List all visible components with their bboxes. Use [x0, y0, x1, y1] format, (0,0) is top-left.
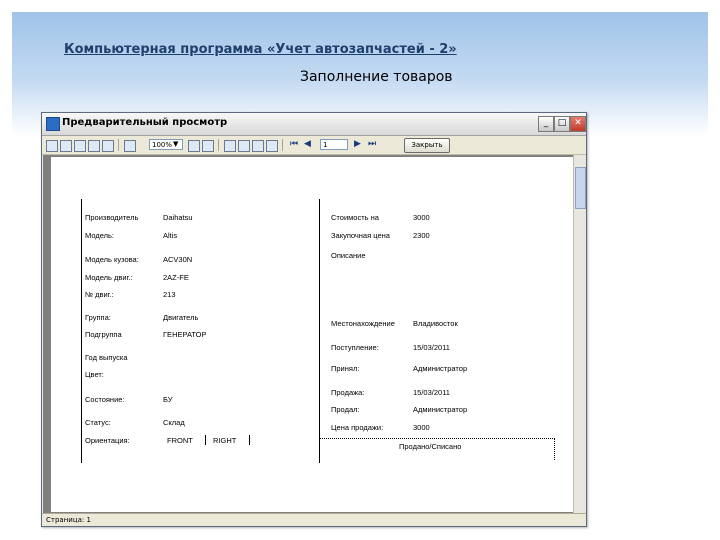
field-value: Администратор — [413, 364, 468, 373]
next-page-icon[interactable]: ▶ — [354, 139, 361, 149]
print-icon[interactable] — [60, 140, 72, 152]
open-icon[interactable] — [46, 140, 58, 152]
find-icon[interactable] — [102, 140, 114, 152]
report-page: Производитель Daihatsu Модель: Altis Мод… — [51, 157, 575, 512]
zoom-out-icon[interactable] — [188, 140, 200, 152]
scrollbar-thumb[interactable] — [575, 167, 586, 209]
field-label: Состояние: — [85, 395, 125, 404]
field-label: Закупочная цена — [331, 231, 390, 240]
field-label: Статус: — [85, 418, 111, 427]
last-page-icon[interactable]: ⏭ — [368, 139, 376, 149]
zoom-icon[interactable] — [124, 140, 136, 152]
vertical-scrollbar[interactable] — [573, 155, 586, 513]
field-label: Цена продажи: — [331, 423, 384, 432]
window-titlebar[interactable]: Предварительный просмотр _ □ ✕ — [42, 113, 586, 136]
orientation-right: RIGHT — [213, 436, 237, 445]
field-label: Описание — [331, 251, 366, 260]
window-title: Предварительный просмотр — [62, 117, 228, 128]
sold-section-border — [554, 438, 555, 460]
chevron-down-icon[interactable]: ▼ — [173, 140, 178, 149]
app-icon — [46, 117, 60, 131]
page-number-field[interactable]: 1 — [320, 139, 348, 150]
field-value: 3000 — [413, 423, 430, 432]
field-value: 15/03/2011 — [413, 388, 450, 397]
field-label: Год выпуска — [85, 353, 128, 362]
maximize-button[interactable]: □ — [554, 116, 570, 132]
field-label: Модель: — [85, 231, 115, 240]
field-value: Altis — [163, 231, 178, 240]
left-border-line — [81, 199, 82, 463]
status-bar: Страница: 1 — [42, 513, 586, 526]
field-value: 15/03/2011 — [413, 343, 450, 352]
prev-page-icon[interactable]: ◀ — [304, 139, 311, 149]
middle-border-line — [319, 199, 320, 463]
field-value: 3000 — [413, 213, 430, 222]
edit-page-icon[interactable] — [252, 140, 264, 152]
field-label: Продажа: — [331, 388, 365, 397]
preview-toolbar: 100% ▼ ⏮ ◀ 1 ▶ ⏭ Закрыть — [42, 136, 586, 155]
field-label: Модель кузова: — [85, 255, 139, 264]
first-page-icon[interactable]: ⏮ — [290, 139, 298, 149]
field-value: Daihatsu — [163, 213, 193, 222]
field-value: Двигатель — [163, 313, 199, 322]
save-icon[interactable] — [74, 140, 86, 152]
slide-subtitle: Заполнение товаров — [300, 69, 453, 85]
field-label: Стоимость на — [331, 213, 379, 222]
margins-icon[interactable] — [238, 140, 250, 152]
field-label: Производитель — [85, 213, 139, 222]
field-value: ACV30N — [163, 255, 193, 264]
field-label: Ориентация: — [85, 436, 130, 445]
orientation-separator — [205, 435, 206, 445]
field-label: Модель двиг.: — [85, 273, 133, 282]
field-label: Цвет: — [85, 370, 104, 379]
minimize-button[interactable]: _ — [538, 116, 554, 132]
field-value: ГЕНЕРАТОР — [163, 330, 207, 339]
layout-icon[interactable] — [266, 140, 278, 152]
field-value: Администратор — [413, 405, 468, 414]
field-label: Продал: — [331, 405, 360, 414]
slide-title: Компьютерная программа «Учет автозапчаст… — [64, 42, 457, 57]
field-label: Местонахождение — [331, 319, 395, 328]
field-value: Владивосток — [413, 319, 458, 328]
page-setup-icon[interactable] — [224, 140, 236, 152]
toolbar-separator — [282, 139, 283, 151]
sold-writeoff-label: Продано/Списано — [399, 442, 462, 451]
field-value: 2AZ-FE — [163, 273, 189, 282]
preview-area[interactable]: Производитель Daihatsu Модель: Altis Мод… — [43, 155, 575, 513]
toolbar-separator — [218, 139, 219, 151]
fit-page-icon[interactable] — [202, 140, 214, 152]
field-value: Склад — [163, 418, 185, 427]
field-value: БУ — [163, 395, 173, 404]
sold-section-border — [319, 438, 555, 439]
export-icon[interactable] — [88, 140, 100, 152]
field-label: Принял: — [331, 364, 360, 373]
field-label: № двиг.: — [85, 290, 114, 299]
field-label: Подгруппа — [85, 330, 122, 339]
field-value: 213 — [163, 290, 176, 299]
field-label: Группа: — [85, 313, 111, 322]
close-window-button[interactable]: ✕ — [570, 116, 586, 132]
field-value: 2300 — [413, 231, 430, 240]
toolbar-separator — [118, 139, 119, 151]
item-card-form: Производитель Daihatsu Модель: Altis Мод… — [51, 157, 575, 512]
orientation-separator — [249, 435, 250, 445]
close-preview-button[interactable]: Закрыть — [404, 138, 450, 153]
orientation-front: FRONT — [167, 436, 193, 445]
preview-window: Предварительный просмотр _ □ ✕ 100% ▼ ⏮ … — [41, 112, 587, 527]
field-label: Поступление: — [331, 343, 379, 352]
